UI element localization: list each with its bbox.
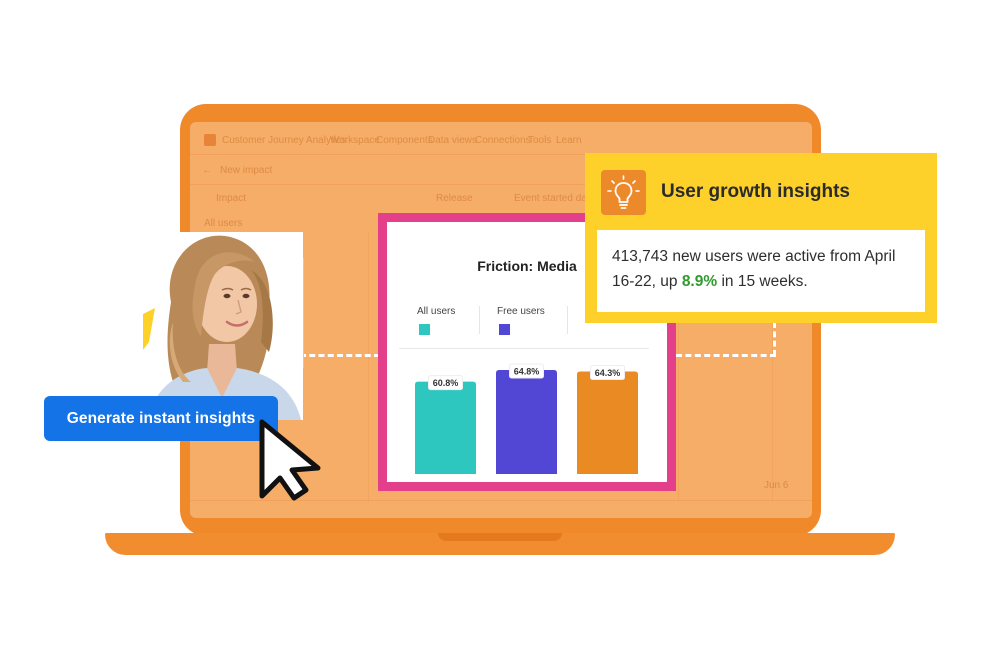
- person-photo: [143, 232, 303, 420]
- app-logo: [204, 134, 216, 146]
- app-title: Customer Journey Analytics: [222, 135, 346, 146]
- data-label: 60.8%: [433, 378, 459, 388]
- insights-title: User growth insights: [661, 181, 850, 202]
- data-label: 64.8%: [514, 367, 540, 377]
- data-label: 64.3%: [595, 368, 621, 378]
- laptop-notch: [438, 533, 562, 541]
- mouse-cursor-icon: [259, 419, 321, 501]
- insights-body: 413,743 new users were active from April…: [597, 230, 925, 312]
- connector-line: [676, 354, 776, 357]
- filter-release[interactable]: Release: [436, 193, 473, 204]
- insights-text: 413,743 new users were active from April…: [612, 244, 912, 294]
- nav-components[interactable]: Components: [376, 135, 433, 146]
- filter-impact[interactable]: Impact: [216, 193, 246, 204]
- grid-line: [368, 232, 369, 502]
- nav-tools[interactable]: Tools: [528, 135, 551, 146]
- nav-learn[interactable]: Learn: [556, 135, 582, 146]
- insights-card: User growth insights 413,743 new users w…: [585, 153, 937, 323]
- bar[interactable]: [415, 381, 476, 474]
- connector-line: [300, 354, 380, 357]
- back-arrow-icon[interactable]: ←: [202, 165, 212, 176]
- segment-label: All users: [204, 218, 243, 229]
- nav-workspace[interactable]: Workspace: [330, 135, 380, 146]
- insights-text-end: in 15 weeks.: [717, 273, 808, 290]
- lightbulb-icon: [601, 170, 646, 215]
- connector-line: [773, 322, 776, 356]
- generate-insights-button[interactable]: Generate instant insights: [44, 396, 278, 441]
- page-subtitle: New impact: [220, 165, 273, 176]
- axis-label: Jun 6: [764, 480, 789, 491]
- nav-connections[interactable]: Connections: [475, 135, 531, 146]
- growth-percent: 8.9%: [681, 273, 718, 290]
- bar[interactable]: [496, 370, 557, 474]
- filter-event-date[interactable]: Event started date: [514, 193, 595, 204]
- nav-data-views[interactable]: Data views: [428, 135, 477, 146]
- bar[interactable]: [577, 371, 638, 474]
